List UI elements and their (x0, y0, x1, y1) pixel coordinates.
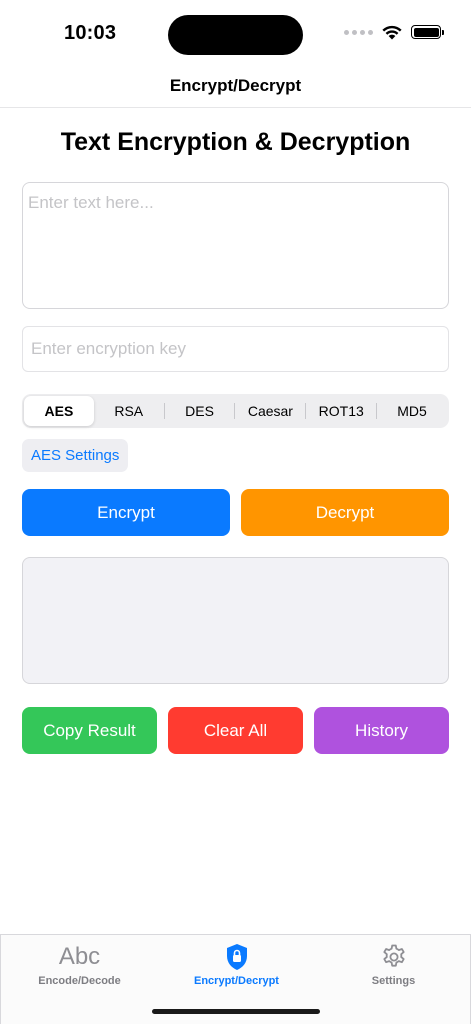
tab-encode-decode[interactable]: Abc Encode/Decode (1, 935, 158, 995)
text-input[interactable] (22, 182, 449, 309)
algorithm-option-aes[interactable]: AES (24, 396, 94, 426)
tab-label: Settings (371, 975, 416, 987)
decrypt-button[interactable]: Decrypt (241, 489, 449, 536)
history-button[interactable]: History (314, 707, 449, 754)
encrypt-button[interactable]: Encrypt (22, 489, 230, 536)
result-output[interactable] (22, 557, 449, 684)
status-icons (344, 24, 444, 40)
algorithm-option-rsa[interactable]: RSA (94, 396, 164, 426)
algorithm-option-md5[interactable]: MD5 (377, 396, 447, 426)
algorithm-picker: AES RSA DES Caesar ROT13 MD5 (22, 394, 449, 428)
copy-result-button[interactable]: Copy Result (22, 707, 157, 754)
algorithm-option-caesar[interactable]: Caesar (235, 396, 305, 426)
algorithm-option-rot13[interactable]: ROT13 (306, 396, 376, 426)
battery-icon (411, 25, 444, 39)
dynamic-island (168, 15, 303, 55)
status-bar: 10:03 (0, 0, 471, 64)
nav-title: Encrypt/Decrypt (169, 75, 302, 95)
wifi-icon (382, 25, 402, 40)
tab-label: Encode/Decode (38, 975, 121, 987)
home-indicator (152, 1009, 320, 1014)
abc-icon: Abc (58, 943, 101, 970)
navigation-bar: Encrypt/Decrypt (0, 64, 471, 108)
tab-settings[interactable]: Settings (315, 935, 471, 995)
algorithm-settings-button[interactable]: AES Settings (22, 439, 129, 472)
tab-encrypt-decrypt[interactable]: Encrypt/Decrypt (158, 935, 315, 995)
cellular-signal-icon (344, 29, 373, 35)
gear-icon (380, 941, 408, 973)
lock-shield-icon (225, 941, 249, 973)
app-screen: 10:03 Encrypt/Decrypt Text Encryption & … (0, 0, 471, 1024)
page-title: Text Encryption & Decryption (60, 128, 411, 156)
clear-all-button[interactable]: Clear All (168, 707, 303, 754)
algorithm-option-des[interactable]: DES (165, 396, 235, 426)
encryption-key-input[interactable] (22, 326, 449, 372)
tab-label: Encrypt/Decrypt (194, 975, 279, 987)
status-time: 10:03 (64, 22, 117, 44)
